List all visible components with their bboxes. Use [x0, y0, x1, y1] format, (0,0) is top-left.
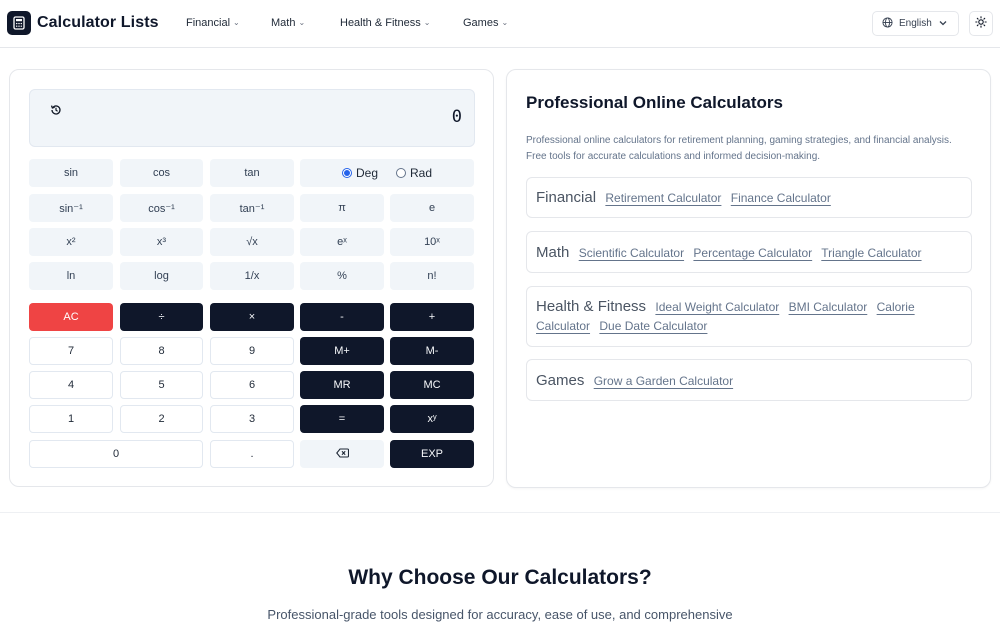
- key-reciprocal[interactable]: 1/x: [210, 262, 294, 290]
- globe-icon: [882, 16, 893, 31]
- deg-radio[interactable]: Deg: [342, 166, 378, 180]
- key-square[interactable]: x²: [29, 228, 113, 256]
- chevron-down-icon: [938, 18, 948, 31]
- key-2[interactable]: 2: [120, 405, 203, 433]
- why-choose-subtitle: Professional-grade tools designed for ac…: [267, 607, 733, 622]
- key-1[interactable]: 1: [29, 405, 113, 433]
- key-pow10[interactable]: 10ˣ: [390, 228, 474, 256]
- key-asin[interactable]: sin⁻¹: [29, 194, 113, 222]
- key-equals[interactable]: =: [300, 405, 384, 433]
- key-add[interactable]: +: [390, 303, 474, 331]
- radio-indicator: [342, 168, 352, 178]
- key-ln[interactable]: ln: [29, 262, 113, 290]
- brand-name[interactable]: Calculator Lists: [37, 14, 159, 32]
- category-name: Math: [536, 244, 570, 261]
- radio-indicator: [396, 168, 407, 178]
- link-ideal-weight-calculator[interactable]: Ideal Weight Calculator: [655, 300, 779, 314]
- key-4[interactable]: 4: [29, 371, 113, 399]
- nav-label: Financial: [186, 17, 231, 29]
- section-divider: [0, 512, 1000, 513]
- calculators-info-card: Professional Online Calculators Professi…: [506, 69, 991, 488]
- key-cube[interactable]: x³: [120, 228, 203, 256]
- nav-financial[interactable]: Financial ⌄: [186, 17, 240, 29]
- category-health-fitness: Health & Fitness Ideal Weight Calculator…: [526, 286, 972, 347]
- rad-radio[interactable]: Rad: [396, 166, 432, 180]
- language-label: English: [899, 18, 932, 29]
- key-atan[interactable]: tan⁻¹: [210, 194, 294, 222]
- history-icon[interactable]: [49, 103, 63, 117]
- nav-health-fitness[interactable]: Health & Fitness ⌄: [340, 17, 430, 29]
- key-cos[interactable]: cos: [120, 159, 203, 187]
- category-name: Games: [536, 372, 585, 389]
- link-due-date-calculator[interactable]: Due Date Calculator: [599, 319, 707, 333]
- key-memory-recall[interactable]: MR: [300, 371, 384, 399]
- site-header: Calculator Lists Financial ⌄ Math ⌄ Heal…: [0, 0, 1000, 48]
- category-name: Financial: [536, 189, 597, 206]
- category-name: Health & Fitness: [536, 298, 647, 315]
- nav-math[interactable]: Math ⌄: [271, 17, 305, 29]
- key-memory-clear[interactable]: MC: [390, 371, 474, 399]
- link-grow-a-garden-calculator[interactable]: Grow a Garden Calculator: [594, 374, 733, 388]
- key-power[interactable]: xʸ: [390, 405, 474, 433]
- chevron-down-icon: ⌄: [423, 17, 431, 27]
- link-scientific-calculator[interactable]: Scientific Calculator: [579, 246, 684, 260]
- key-decimal[interactable]: .: [210, 440, 294, 468]
- key-memory-add[interactable]: M+: [300, 337, 384, 365]
- key-percent[interactable]: %: [300, 262, 384, 290]
- category-math: Math Scientific Calculator Percentage Ca…: [526, 231, 972, 273]
- key-8[interactable]: 8: [120, 337, 203, 365]
- calculator-display: 0: [29, 89, 475, 147]
- key-e[interactable]: e: [390, 194, 474, 222]
- key-memory-subtract[interactable]: M-: [390, 337, 474, 365]
- key-sin[interactable]: sin: [29, 159, 113, 187]
- key-acos[interactable]: cos⁻¹: [120, 194, 203, 222]
- language-select[interactable]: English: [872, 11, 959, 36]
- key-5[interactable]: 5: [120, 371, 203, 399]
- chevron-down-icon: ⌄: [501, 17, 509, 27]
- link-percentage-calculator[interactable]: Percentage Calculator: [693, 246, 812, 260]
- theme-toggle-button[interactable]: [969, 11, 993, 36]
- link-finance-calculator[interactable]: Finance Calculator: [731, 191, 831, 205]
- key-exp[interactable]: EXP: [390, 440, 474, 468]
- link-retirement-calculator[interactable]: Retirement Calculator: [605, 191, 721, 205]
- category-games: Games Grow a Garden Calculator: [526, 359, 972, 401]
- key-0[interactable]: 0: [29, 440, 203, 468]
- calculator-logo-icon[interactable]: [7, 11, 31, 35]
- backspace-icon: [335, 447, 349, 461]
- category-financial: Financial Retirement Calculator Finance …: [526, 177, 972, 218]
- link-bmi-calculator[interactable]: BMI Calculator: [789, 300, 868, 314]
- key-6[interactable]: 6: [210, 371, 294, 399]
- info-description: Professional online calculators for reti…: [526, 135, 952, 162]
- key-divide[interactable]: ÷: [120, 303, 203, 331]
- key-sqrt[interactable]: √x: [210, 228, 294, 256]
- rad-label: Rad: [410, 166, 433, 180]
- key-exp-e[interactable]: eˣ: [300, 228, 384, 256]
- key-log[interactable]: log: [120, 262, 203, 290]
- chevron-down-icon: ⌄: [298, 17, 306, 27]
- key-9[interactable]: 9: [210, 337, 294, 365]
- key-all-clear[interactable]: AC: [29, 303, 113, 331]
- sun-icon: [975, 15, 987, 33]
- key-factorial[interactable]: n!: [390, 262, 474, 290]
- key-tan[interactable]: tan: [210, 159, 294, 187]
- key-3[interactable]: 3: [210, 405, 294, 433]
- nav-label: Health & Fitness: [340, 17, 421, 29]
- nav-games[interactable]: Games ⌄: [463, 17, 508, 29]
- calculator-card: 0 sin cos tan Deg Rad sin⁻¹ cos⁻¹ tan⁻¹ …: [9, 69, 494, 487]
- key-7[interactable]: 7: [29, 337, 113, 365]
- key-pi[interactable]: π: [300, 194, 384, 222]
- display-value: 0: [451, 107, 462, 127]
- angle-mode-group: Deg Rad: [300, 159, 474, 187]
- key-multiply[interactable]: ×: [210, 303, 294, 331]
- why-choose-title: Why Choose Our Calculators?: [348, 566, 652, 589]
- link-triangle-calculator[interactable]: Triangle Calculator: [821, 246, 921, 260]
- nav-label: Games: [463, 17, 499, 29]
- chevron-down-icon: ⌄: [233, 17, 240, 27]
- info-title: Professional Online Calculators: [526, 93, 783, 112]
- key-subtract[interactable]: -: [300, 303, 384, 331]
- key-backspace[interactable]: [300, 440, 384, 468]
- deg-label: Deg: [356, 166, 379, 180]
- nav-label: Math: [271, 17, 296, 29]
